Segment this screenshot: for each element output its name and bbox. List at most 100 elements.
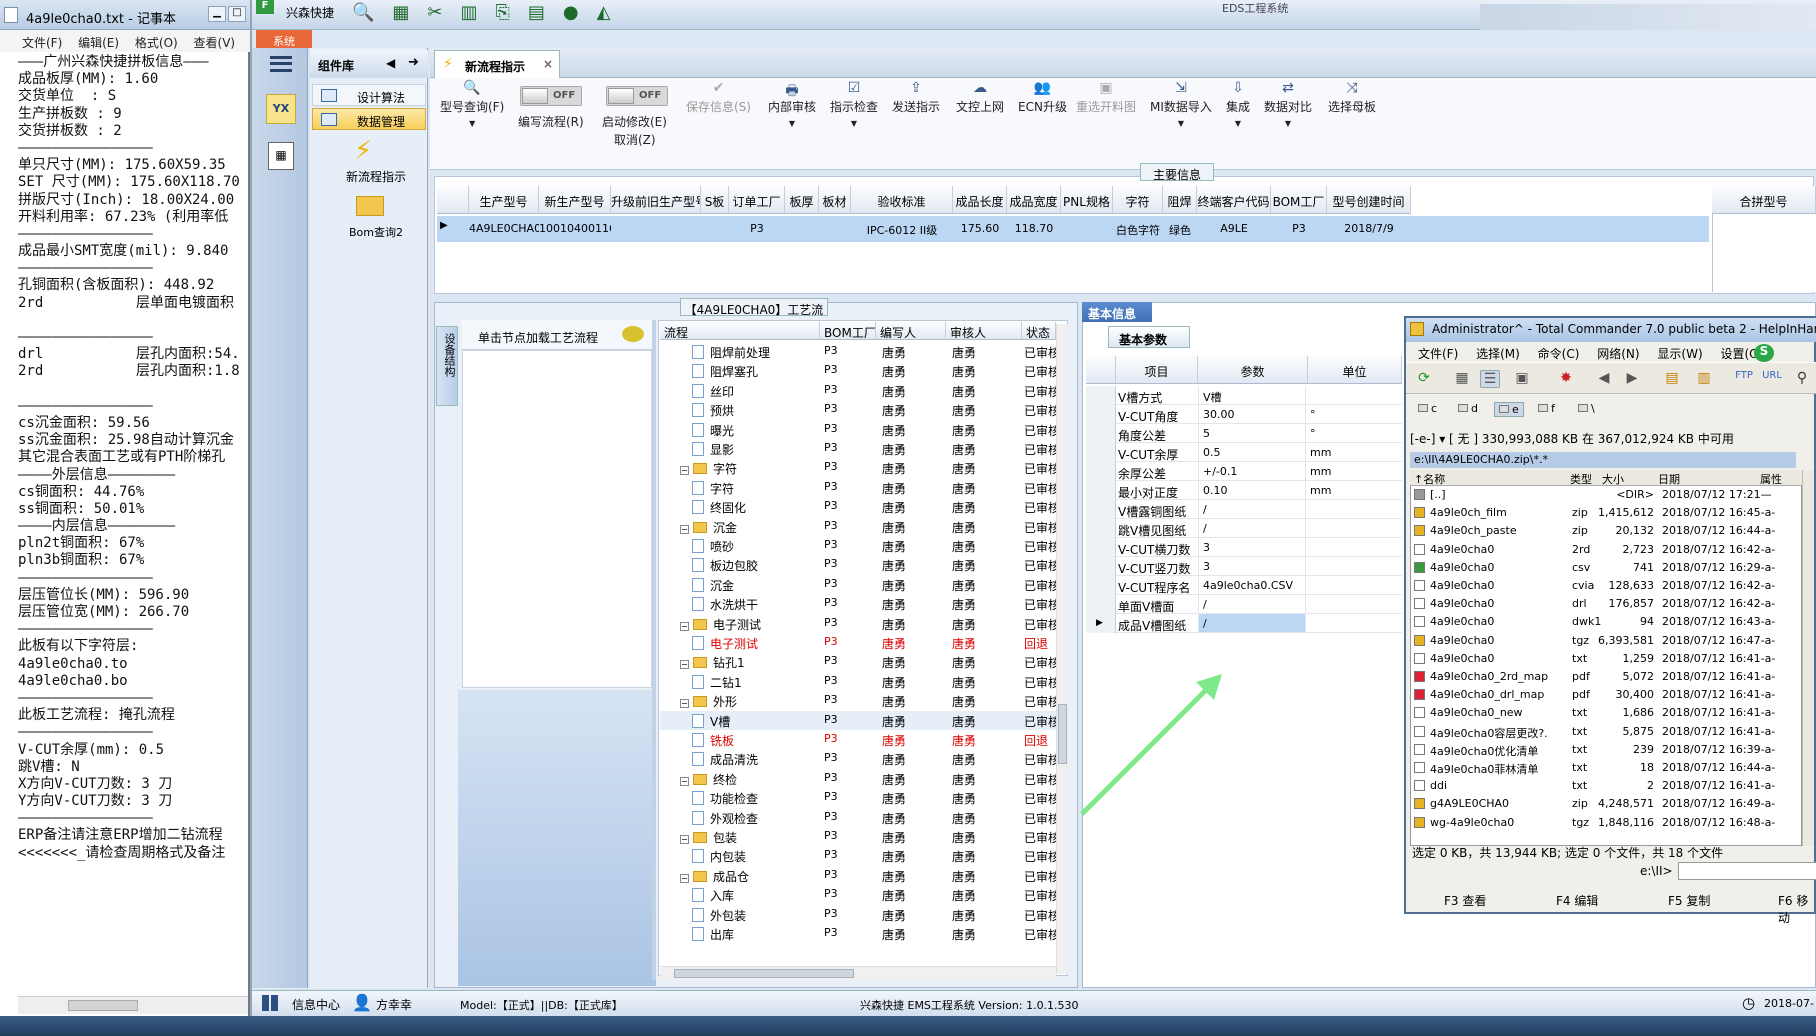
param-value[interactable]: +/-0.1	[1198, 462, 1306, 480]
tree-row[interactable]: 铣板 P3 唐勇 唐勇 回退	[660, 730, 1056, 749]
tree-node[interactable]: 出库	[692, 926, 734, 943]
tree-node[interactable]: 水洗烘干	[692, 596, 758, 613]
tree-row[interactable]: V槽 P3 唐勇 唐勇 已审核	[660, 710, 1056, 730]
main-col-header[interactable]: 验收标准	[851, 186, 953, 214]
tc-file-row[interactable]: 4a9le0cha0_2rd_map pdf 5,072 2018/07/12 16:…	[1412, 669, 1802, 685]
expand-toggle-icon[interactable]: −	[680, 873, 689, 883]
main-col-header[interactable]: 升级前旧生产型号	[611, 186, 701, 214]
tree-node[interactable]: − 包装	[680, 829, 737, 846]
tree-row[interactable]: − 沉金 P3 唐勇 唐勇 已审核	[660, 517, 1056, 536]
tree-node[interactable]: V槽	[692, 713, 730, 730]
drive-button[interactable]: d	[1454, 402, 1482, 415]
thumbnail-icon[interactable]: ▣	[1512, 370, 1532, 388]
tree-node[interactable]: 显影	[692, 441, 734, 458]
system-tab[interactable]: 系统	[256, 30, 312, 48]
folder-icon[interactable]	[356, 196, 384, 216]
tree-row[interactable]: 沉金 P3 唐勇 唐勇 已审核	[660, 575, 1056, 594]
yx-logo-icon[interactable]: YX	[266, 94, 296, 124]
col-status[interactable]: 状态	[1022, 322, 1056, 340]
menu-view[interactable]: 查看(V)	[194, 36, 236, 50]
tree-row[interactable]: 电子测试 P3 唐勇 唐勇 回退	[660, 633, 1056, 652]
expand-toggle-icon[interactable]: −	[680, 621, 689, 631]
tc-file-row[interactable]: 4a9le0cha0_new txt 1,686 2018/07/12 16:41-a…	[1412, 705, 1802, 721]
tree-node[interactable]: 预烘	[692, 402, 734, 419]
param-row[interactable]: V槽露铜图纸 /	[1086, 500, 1402, 519]
tree-node[interactable]: 沉金	[692, 577, 734, 594]
tree-row[interactable]: − 成品仓 P3 唐勇 唐勇 已审核	[660, 866, 1056, 885]
tc-file-row[interactable]: ddi txt 2 2018/07/12 16:41-a-	[1412, 778, 1802, 794]
main-col-header[interactable]: 字符	[1113, 186, 1163, 214]
menu-hamburger-icon[interactable]	[270, 56, 292, 72]
tc-menu-item[interactable]: 显示(W)	[1657, 347, 1702, 361]
pin-arrow-icon[interactable]: ➜	[408, 55, 419, 70]
tc-file-row[interactable]: 4a9le0cha0 drl 176,857 2018/07/12 16:42-a-	[1412, 596, 1802, 612]
invert-selection-icon[interactable]: ✸	[1556, 370, 1576, 388]
internal-review-button[interactable]: 🖶 内部审核 ▼	[768, 80, 816, 129]
tc-file-row[interactable]: [..] <DIR> 2018/07/12 17:21—	[1412, 487, 1802, 503]
tc-path-bar[interactable]: e:\II\4A9LE0CHA0.zip\*.*	[1410, 452, 1796, 468]
tab-basic-params[interactable]: 基本参数	[1108, 326, 1190, 348]
col-item[interactable]: 项目	[1116, 356, 1198, 384]
col-reviewer[interactable]: 审核人	[946, 322, 1022, 340]
tree-node[interactable]: 外包装	[692, 907, 746, 924]
pack-icon[interactable]: ▤	[1662, 370, 1682, 388]
drive-button[interactable]: e	[1494, 402, 1524, 417]
side-tab-equipment[interactable]: 设备结构	[436, 326, 458, 406]
tree-row[interactable]: − 外形 P3 唐勇 唐勇 已审核	[660, 691, 1056, 710]
splitter[interactable]	[652, 320, 656, 980]
param-row[interactable]: V-CUT角度 30.00 °	[1086, 405, 1402, 424]
param-row[interactable]: V槽方式 V槽	[1086, 386, 1402, 405]
param-row[interactable]: V-CUT余厚 0.5 mm	[1086, 443, 1402, 462]
tree-row[interactable]: − 钻孔1 P3 唐勇 唐勇 已审核	[660, 652, 1056, 671]
ftp-icon[interactable]: FTP	[1734, 370, 1754, 388]
tc-file-row[interactable]: wg-4a9le0cha0 tgz 1,848,116 2018/07/12 16:4…	[1412, 815, 1802, 831]
param-row[interactable]: V-CUT横刀数 3	[1086, 538, 1402, 557]
main-col-header[interactable]: 成品宽度	[1007, 186, 1061, 214]
param-row[interactable]: V-CUT程序名 4a9le0cha0.CSV	[1086, 576, 1402, 595]
tc-command-line[interactable]: e:\II>	[1410, 862, 1816, 882]
drive-button[interactable]: \	[1574, 402, 1599, 415]
tc-file-row[interactable]: 4a9le0cha0 cvia 128,633 2018/07/12 16:42-a-	[1412, 578, 1802, 594]
tree-node[interactable]: − 钻孔1	[680, 654, 745, 671]
tree-node[interactable]: − 字符	[680, 460, 737, 477]
main-col-header[interactable]: 型号创建时间	[1327, 186, 1411, 214]
load-flow-hint[interactable]: 单击节点加载工艺流程	[462, 320, 652, 350]
main-col-header[interactable]: 板材	[819, 186, 851, 214]
ecn-upgrade-button[interactable]: 👥 ECN升级	[1018, 80, 1067, 115]
notepad-text-area[interactable]: ———广州兴森快捷拼板信息——— 成品板厚(MM): 1.60 交货单位 : S 生产…	[18, 54, 248, 994]
tree-row[interactable]: 喷砂 P3 唐勇 唐勇 已审核	[660, 536, 1056, 555]
tree-row[interactable]: 外包装 P3 唐勇 唐勇 已审核	[660, 905, 1056, 924]
tree-row[interactable]: − 电子测试 P3 唐勇 唐勇 已审核	[660, 614, 1056, 633]
tab-new-flow[interactable]: ⚡ 新流程指示 ×	[434, 50, 560, 78]
param-row[interactable]: 角度公差 5 °	[1086, 424, 1402, 443]
quick-toolbar-icons[interactable]: 🔍▦✂▥⎘▤●◭	[352, 2, 628, 23]
tc-file-row[interactable]: 4a9le0ch_paste zip 20,132 2018/07/12 16:44-…	[1412, 523, 1802, 539]
save-button[interactable]: ✔ 保存信息(S)	[686, 80, 751, 115]
param-value[interactable]: /	[1198, 595, 1306, 613]
tc-cmd-input[interactable]	[1678, 862, 1816, 880]
calculator-icon[interactable]: ▦	[268, 142, 294, 170]
tc-file-row[interactable]: 4a9le0cha0容层更改?. txt 5,875 2018/07/12 16:41…	[1412, 724, 1802, 740]
edit-flow-toggle[interactable]: OFF	[520, 86, 582, 106]
tc-file-row[interactable]: 4a9le0cha0 txt 1,259 2018/07/12 16:41-a-	[1412, 651, 1802, 667]
maximize-icon[interactable]: □	[228, 6, 246, 22]
col-type[interactable]: 类型	[1570, 471, 1592, 487]
tree-row[interactable]: 功能检查 P3 唐勇 唐勇 已审核	[660, 788, 1056, 807]
param-row[interactable]: V-CUT竖刀数 3	[1086, 557, 1402, 576]
f6-move-button[interactable]: F6 移动	[1778, 892, 1816, 926]
col-unit[interactable]: 单位	[1308, 356, 1402, 384]
tc-file-row[interactable]: 4a9le0cha0菲林清单 txt 18 2018/07/12 16:44-a-	[1412, 760, 1802, 776]
param-value[interactable]: 30.00	[1198, 405, 1306, 423]
main-col-header[interactable]: 新生产型号	[539, 186, 611, 214]
comp-item-design[interactable]: 设计算法	[312, 84, 426, 106]
tree-row[interactable]: 终固化 P3 唐勇 唐勇 已审核	[660, 497, 1056, 516]
tree-node[interactable]: 功能检查	[692, 790, 758, 807]
tree-node[interactable]: 阻焊前处理	[692, 344, 770, 361]
param-row[interactable]: 单面V槽面 /	[1086, 595, 1402, 614]
col-date[interactable]: 日期	[1658, 471, 1680, 487]
expand-toggle-icon[interactable]: −	[680, 466, 689, 476]
tree-node[interactable]: 铣板	[692, 732, 734, 749]
close-icon[interactable]: ×	[543, 57, 553, 71]
param-value[interactable]: 4a9le0cha0.CSV	[1198, 576, 1306, 594]
tree-horizontal-scrollbar[interactable]	[660, 966, 1056, 980]
